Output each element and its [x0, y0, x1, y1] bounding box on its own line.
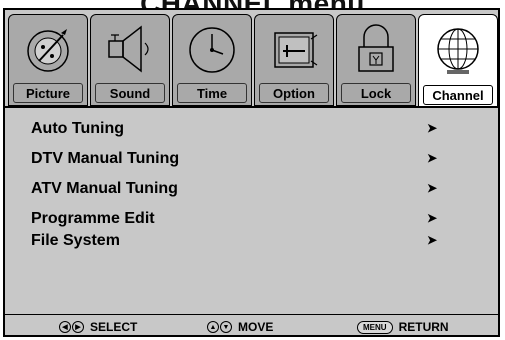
up-down-keys-icon: ▲ ▼ [207, 321, 232, 333]
menu-item-dtv-manual-tuning[interactable]: DTV Manual Tuning ➤ [31, 148, 471, 172]
move-hint-label: MOVE [238, 320, 274, 334]
tab-option[interactable]: Option [254, 14, 334, 106]
select-hint-label: SELECT [90, 320, 138, 334]
lock-icon [358, 24, 394, 72]
tab-label: Picture [25, 86, 71, 101]
tab-label: Channel [432, 88, 484, 103]
arrow-right-icon: ➤ [427, 121, 438, 135]
arrow-right-icon: ➤ [427, 233, 438, 247]
left-right-keys-icon: ◀ ▶ [59, 321, 84, 333]
move-hint: ▲ ▼ MOVE [207, 320, 273, 334]
tab-label: Option [273, 86, 315, 101]
tab-label: Lock [360, 86, 392, 101]
menu-item-label: File System [31, 232, 120, 249]
arrow-right-icon: ➤ [427, 181, 438, 195]
channel-menu-panel: Picture Sound Time Option Lock Channel A… [3, 8, 500, 337]
select-hint: ◀ ▶ SELECT [59, 320, 137, 334]
arrow-right-icon: ➤ [427, 211, 438, 225]
menu-item-atv-manual-tuning[interactable]: ATV Manual Tuning ➤ [31, 178, 471, 202]
tab-label: Time [196, 86, 228, 101]
menu-item-programme-edit[interactable]: Programme Edit ➤ [31, 208, 471, 232]
tab-lock[interactable]: Lock [336, 14, 416, 106]
arrow-right-icon: ➤ [427, 151, 438, 165]
tab-sound[interactable]: Sound [90, 14, 170, 106]
tab-bar: Picture Sound Time Option Lock Channel [8, 14, 498, 110]
menu-item-file-system[interactable]: File System ➤ [31, 230, 471, 254]
tab-divider [5, 106, 498, 108]
return-hint-label: RETURN [398, 320, 449, 334]
tab-time[interactable]: Time [172, 14, 252, 106]
tab-label: Sound [109, 86, 151, 101]
footer-divider [5, 314, 498, 315]
option-icon [274, 32, 318, 68]
clock-icon [189, 27, 235, 73]
key-hint-bar: ◀ ▶ SELECT ▲ ▼ MOVE MENU RETURN [5, 316, 498, 336]
menu-key-icon: MENU [357, 320, 393, 334]
channel-menu-list: Auto Tuning ➤ DTV Manual Tuning ➤ ATV Ma… [5, 110, 498, 322]
globe-icon [437, 28, 479, 74]
return-hint: MENU RETURN [357, 320, 449, 334]
menu-item-label: ATV Manual Tuning [31, 180, 178, 197]
menu-item-label: DTV Manual Tuning [31, 150, 180, 167]
menu-item-label: Auto Tuning [31, 120, 124, 137]
tab-picture[interactable]: Picture [8, 14, 88, 106]
menu-item-auto-tuning[interactable]: Auto Tuning ➤ [31, 118, 471, 142]
speaker-icon [108, 25, 149, 73]
picture-icon [27, 29, 69, 72]
tab-channel[interactable]: Channel [418, 14, 498, 108]
menu-item-label: Programme Edit [31, 210, 155, 227]
